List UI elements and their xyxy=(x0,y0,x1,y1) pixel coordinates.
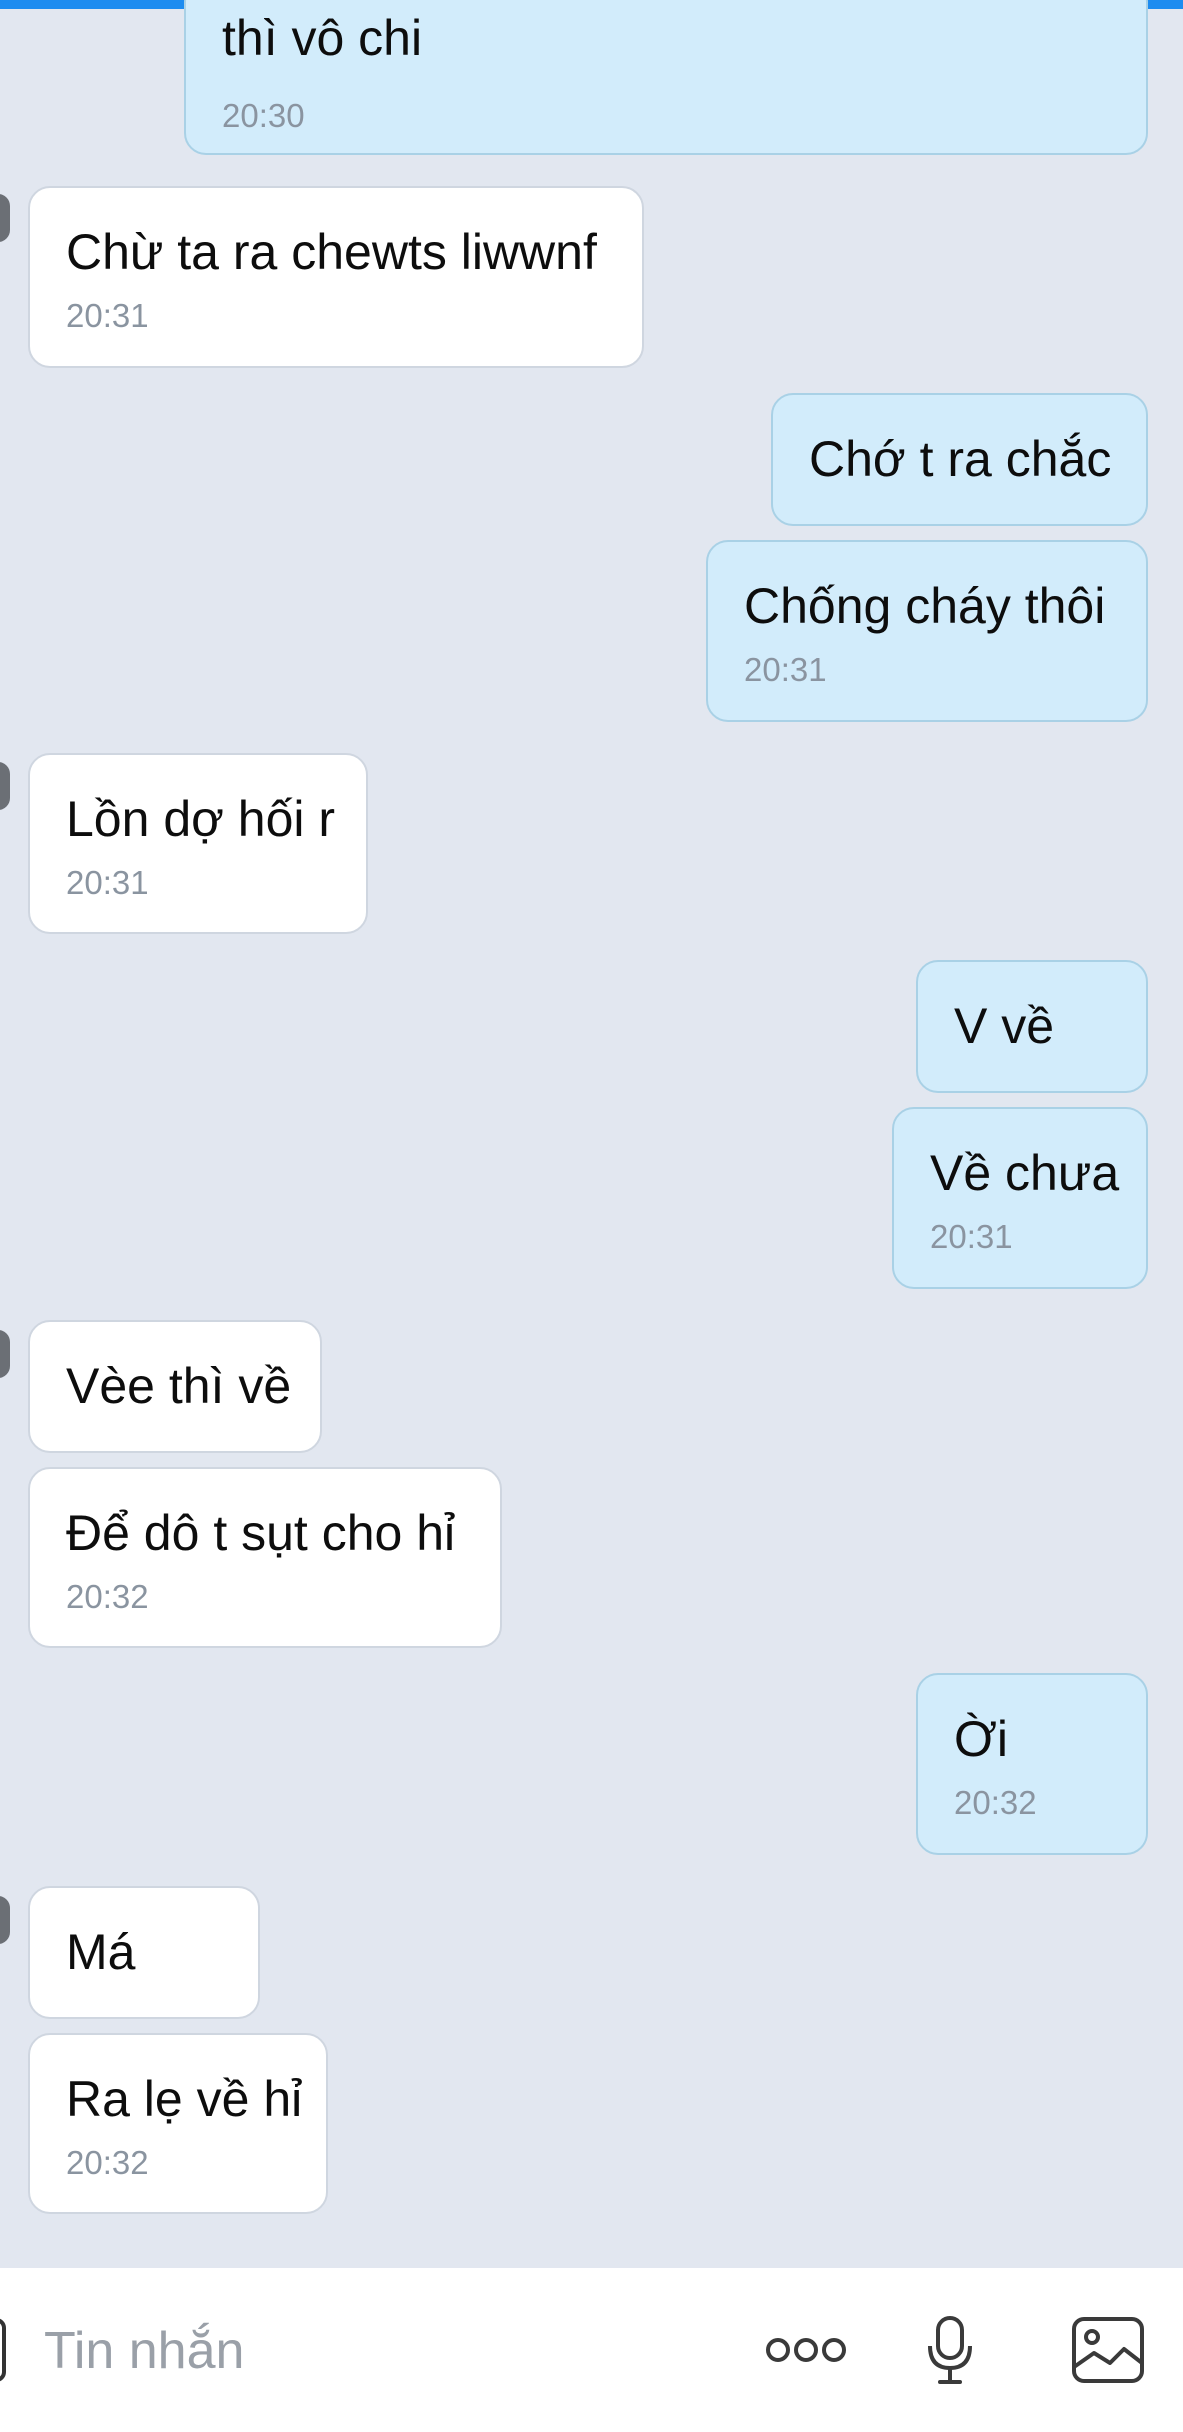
message-bubble-outgoing[interactable]: Chống cháy thôi 20:31 xyxy=(706,540,1148,722)
message-bubble-outgoing[interactable]: thì vô chi 20:30 xyxy=(184,0,1148,155)
message-text: V về xyxy=(954,998,1055,1054)
message-text: Chớ t ra chắc xyxy=(809,431,1112,487)
message-bubble-incoming[interactable]: Để dô t sụt cho hỉ 20:32 xyxy=(28,1467,502,1648)
message-time: 20:31 xyxy=(66,864,149,901)
image-icon[interactable] xyxy=(1068,2308,1148,2392)
message-bubble-incoming[interactable]: Má xyxy=(28,1886,260,2019)
message-text: Vèe thì về xyxy=(66,1358,292,1414)
message-bubble-incoming[interactable]: Lồn dợ hối r 20:31 xyxy=(28,753,368,934)
message-text: Lồn dợ hối r xyxy=(66,791,336,847)
sticker-icon[interactable] xyxy=(0,2318,6,2382)
message-time: 20:31 xyxy=(930,1218,1013,1255)
message-text: Chừ ta ra chewts liwwnf xyxy=(66,224,597,280)
message-text: Má xyxy=(66,1924,136,1980)
message-text: Ời xyxy=(954,1711,1008,1767)
message-time: 20:31 xyxy=(744,651,827,688)
avatar[interactable] xyxy=(0,194,10,242)
message-bubble-incoming[interactable]: Ra lẹ về hỉ 20:32 xyxy=(28,2033,328,2214)
message-time: 20:32 xyxy=(66,1578,149,1615)
message-bubble-outgoing[interactable]: V về xyxy=(916,960,1148,1093)
message-time: 20:30 xyxy=(222,97,305,134)
message-input[interactable] xyxy=(42,2308,686,2394)
message-bubble-outgoing[interactable]: Về chưa 20:31 xyxy=(892,1107,1148,1289)
microphone-icon[interactable] xyxy=(920,2308,980,2392)
message-list[interactable]: thì vô chi 20:30 Chừ ta ra chewts liwwnf… xyxy=(0,0,1183,2268)
avatar[interactable] xyxy=(0,1896,10,1944)
message-text: Để dô t sụt cho hỉ xyxy=(66,1505,456,1561)
message-time: 20:32 xyxy=(66,2144,149,2181)
message-text: thì vô chi xyxy=(222,10,423,66)
avatar[interactable] xyxy=(0,1330,10,1378)
message-bubble-outgoing[interactable]: Chớ t ra chắc xyxy=(771,393,1148,526)
more-icon[interactable] xyxy=(762,2308,850,2392)
message-text: Về chưa xyxy=(930,1145,1120,1201)
message-time: 20:31 xyxy=(66,297,149,334)
message-text: Chống cháy thôi xyxy=(744,578,1106,634)
message-text: Ra lẹ về hỉ xyxy=(66,2071,303,2127)
message-bubble-incoming[interactable]: Chừ ta ra chewts liwwnf 20:31 xyxy=(28,186,644,368)
message-time: 20:32 xyxy=(954,1784,1037,1821)
avatar[interactable] xyxy=(0,762,10,810)
message-bubble-incoming[interactable]: Vèe thì về xyxy=(28,1320,322,1453)
composer-bar xyxy=(0,2268,1183,2432)
message-bubble-outgoing[interactable]: Ời 20:32 xyxy=(916,1673,1148,1855)
